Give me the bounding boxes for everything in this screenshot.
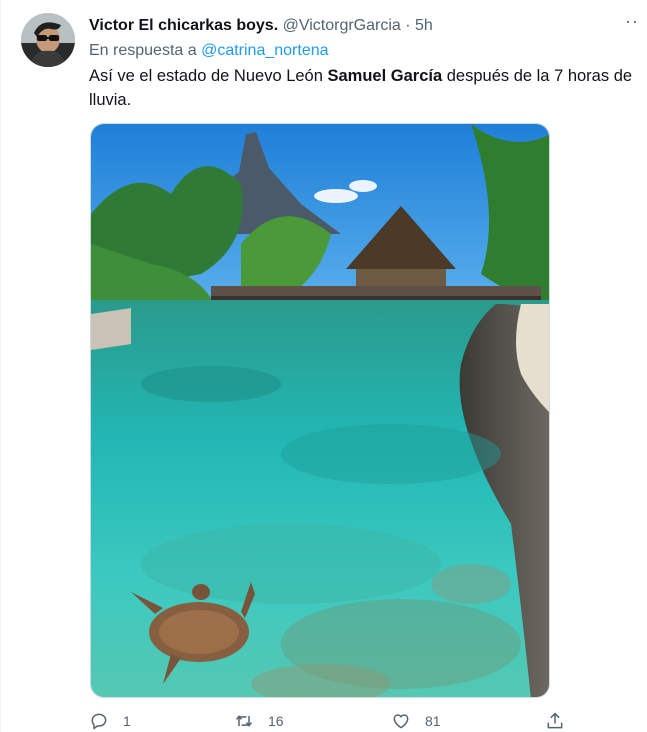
tweet-text-part1: Así ve el estado de Nuevo León	[89, 67, 328, 85]
reply-icon	[91, 713, 107, 730]
separator-dot: ·	[405, 17, 411, 34]
reply-mention-link[interactable]: @catrina_nortena	[201, 42, 328, 59]
avatar[interactable]	[21, 13, 75, 67]
timestamp[interactable]: 5h	[415, 17, 433, 34]
retweet-icon	[235, 715, 253, 727]
avatar-image	[21, 13, 75, 67]
tweet-header: Victor El chicarkas boys. @VictorgrGarci…	[89, 15, 617, 37]
user-handle[interactable]: @VictorgrGarcia	[283, 17, 401, 34]
lagoon-photo	[91, 124, 549, 697]
reply-context: En respuesta a @catrina_nortena	[89, 40, 329, 62]
like-count: 81	[425, 713, 441, 729]
share-icon	[547, 712, 563, 729]
heart-icon	[393, 714, 409, 729]
tweet-actions: 1 16 81	[89, 710, 569, 732]
reply-count: 1	[123, 713, 131, 729]
tweet-text: Así ve el estado de Nuevo León Samuel Ga…	[89, 64, 639, 112]
reply-prefix: En respuesta a	[89, 42, 197, 59]
retweet-count: 16	[268, 713, 284, 729]
tweet-card[interactable]: Victor El chicarkas boys. @VictorgrGarci…	[0, 0, 647, 732]
share-button[interactable]	[545, 710, 579, 732]
like-button[interactable]: 81	[391, 710, 441, 732]
tweet-text-bold: Samuel García	[327, 67, 443, 85]
retweet-button[interactable]: 16	[234, 710, 284, 732]
display-name[interactable]: Victor El chicarkas boys.	[89, 17, 278, 34]
tweet-media-image[interactable]	[90, 123, 550, 698]
more-options-icon[interactable]: ··	[625, 12, 639, 30]
reply-button[interactable]: 1	[89, 710, 131, 732]
